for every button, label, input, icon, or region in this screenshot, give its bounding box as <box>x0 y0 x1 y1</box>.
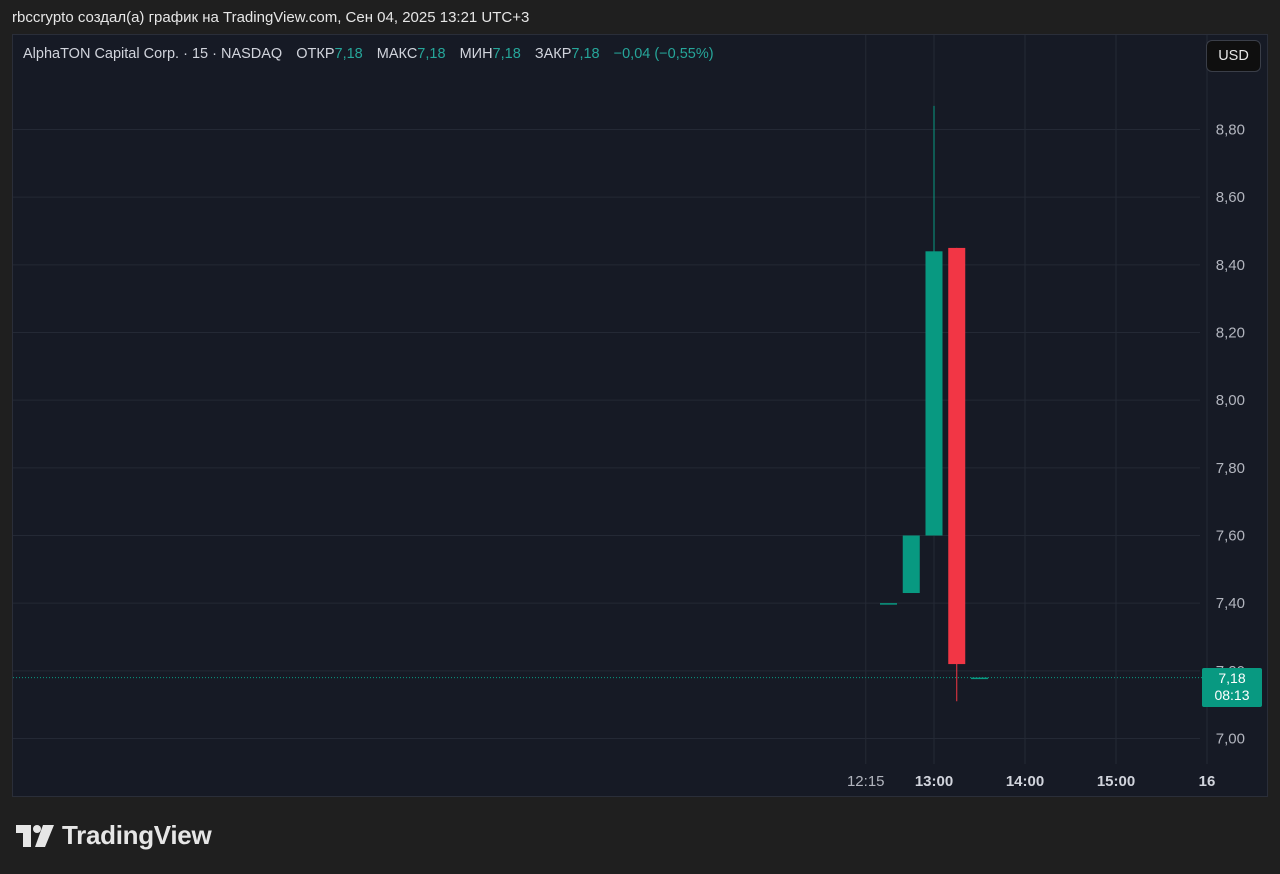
y-tick-label: 7,00 <box>1216 731 1245 748</box>
high-value: 7,18 <box>417 46 446 62</box>
bar-countdown: 08:13 <box>1214 687 1250 703</box>
symbol-legend: AlphaTON Capital Corp. · 15 · NASDAQ ОТК… <box>23 46 714 62</box>
symbol-name: AlphaTON Capital Corp. · 15 · NASDAQ <box>23 46 283 62</box>
y-tick-label: 7,80 <box>1216 460 1245 477</box>
last-price-value: 7,18 <box>1218 670 1246 686</box>
open-value: 7,18 <box>334 46 363 62</box>
y-tick-label: 8,80 <box>1216 122 1245 139</box>
y-tick-label: 8,40 <box>1216 257 1245 274</box>
candle-body <box>971 677 988 680</box>
y-tick-label: 7,40 <box>1216 595 1245 612</box>
x-tick-label: 16 <box>1199 773 1216 790</box>
x-tick-label: 15:00 <box>1097 773 1135 790</box>
candle-body <box>880 603 897 605</box>
currency-button[interactable]: USD <box>1206 40 1261 72</box>
change-value: −0,04 (−0,55%) <box>613 46 714 62</box>
close-value: 7,18 <box>571 46 600 62</box>
close-label: ЗАКР <box>534 46 572 62</box>
y-tick-label: 7,60 <box>1216 528 1245 545</box>
candle-body <box>902 535 920 594</box>
candle-body <box>925 251 943 536</box>
x-tick-label: 14:00 <box>1006 773 1044 790</box>
open-label: ОТКР <box>296 46 335 62</box>
y-tick-label: 8,00 <box>1216 392 1245 409</box>
tradingview-logo[interactable]: TradingView <box>16 820 212 851</box>
tradingview-logo-icon <box>16 824 54 847</box>
last-price-tag: 7,18 08:13 <box>1202 668 1262 707</box>
tradingview-logo-text: TradingView <box>62 820 212 850</box>
low-label: МИН <box>459 46 493 62</box>
y-tick-label: 8,20 <box>1216 325 1245 342</box>
x-tick-label: 13:00 <box>915 773 953 790</box>
x-tick-label: 12:15 <box>847 773 885 790</box>
candlestick-chart[interactable]: 7,007,207,407,607,808,008,208,408,608,80… <box>0 0 1280 874</box>
low-value: 7,18 <box>492 46 521 62</box>
candle-body <box>948 247 966 665</box>
high-label: МАКС <box>376 46 418 62</box>
y-tick-label: 8,60 <box>1216 189 1245 206</box>
